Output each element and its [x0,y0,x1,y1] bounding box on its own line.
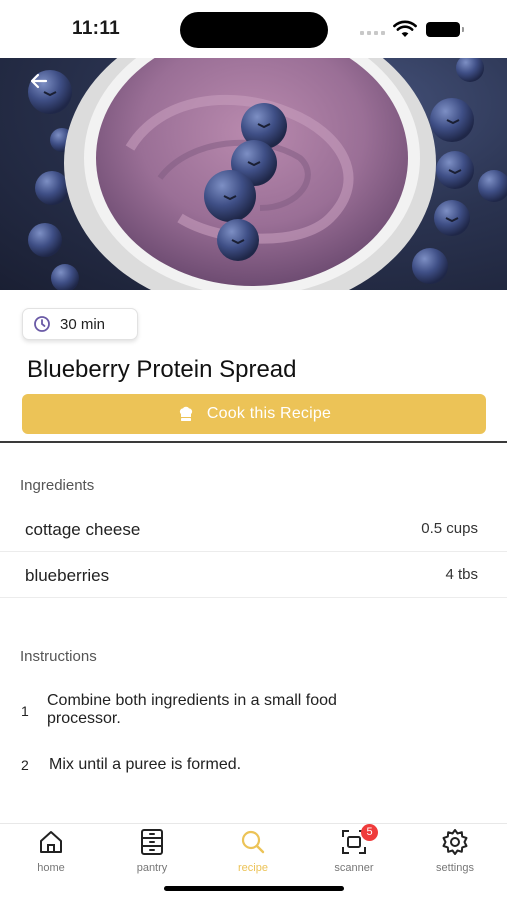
recipe-hero-image [0,58,507,290]
step-number: 1 [21,703,29,719]
ingredient-row: cottage cheese 0.5 cups [0,506,507,552]
status-time: 11:11 [72,18,120,39]
cook-recipe-button-label: Cook this Recipe [206,405,332,422]
tab-scanner-label: scanner [334,862,374,874]
ingredient-row: blueberries 4 tbs [0,552,507,598]
tab-scanner[interactable]: 5 scanner [314,824,394,878]
wifi-icon [393,20,417,37]
search-icon [241,830,265,854]
pantry-icon [141,829,163,855]
tab-pantry-label: pantry [136,862,168,874]
cook-time-chip: 30 min [22,308,138,340]
tab-home-label: home [37,862,65,874]
ingredients-heading: Ingredients [20,477,95,494]
section-divider [0,441,507,443]
chef-hat-icon [179,406,193,421]
cook-recipe-button[interactable]: Cook this Recipe [22,394,486,434]
ingredient-quantity: 4 tbs [445,566,478,583]
tab-home[interactable]: home [11,828,91,878]
dynamic-island [180,12,328,48]
step-text: Mix until a puree is formed. [49,756,449,774]
tab-pantry[interactable]: pantry [112,828,192,878]
scanner-icon-wrap: 5 [340,824,378,856]
recipe-title: Blueberry Protein Spread [27,356,297,383]
gear-icon [442,829,468,855]
instructions-heading: Instructions [20,648,97,665]
ingredient-quantity: 0.5 cups [421,520,478,537]
tab-recipe[interactable]: recipe [213,828,293,878]
step-number: 2 [21,757,29,773]
step-text: Combine both ingredients in a small food… [47,692,447,728]
cook-time-text: 30 min [60,315,106,333]
back-arrow-icon[interactable] [24,66,54,96]
tab-recipe-label: recipe [238,862,268,874]
ingredient-name: cottage cheese [25,520,141,539]
home-indicator [164,886,344,891]
step-text-line: Combine both ingredients in a small food [47,692,337,709]
smoothie-bowl-illustration [28,58,507,290]
status-bar: 11:11 [0,0,507,58]
step-text-line: Mix until a puree is formed. [49,756,242,773]
cellular-signal-icon [360,31,385,35]
step-text-line: processor. [47,710,121,727]
ingredient-name: blueberries [25,566,110,585]
home-icon [40,831,62,853]
scanner-badge: 5 [361,824,378,841]
tab-settings-label: settings [436,862,474,874]
clock-icon [34,316,50,332]
battery-icon [426,22,464,37]
tab-settings[interactable]: settings [415,828,495,878]
